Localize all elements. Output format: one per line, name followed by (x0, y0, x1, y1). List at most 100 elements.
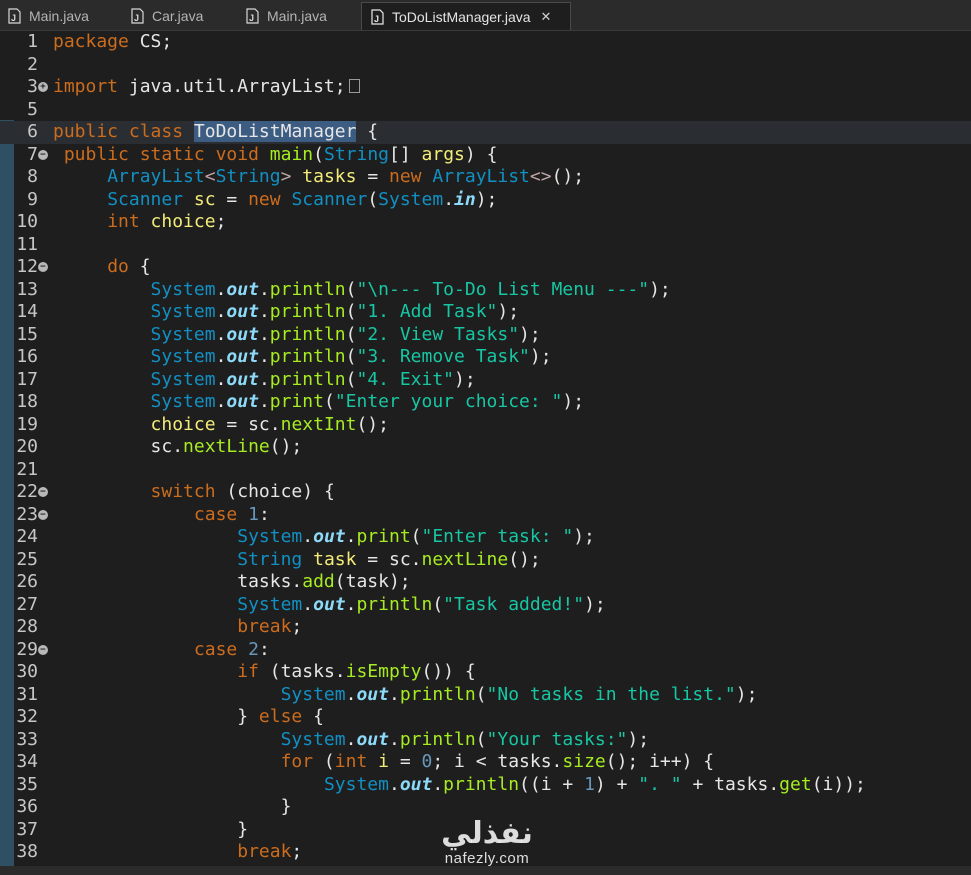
code-line[interactable]: 31 System.out.println("No tasks in the l… (0, 684, 971, 707)
tab-label: Main.java (29, 8, 89, 24)
code-token: . (258, 301, 270, 322)
code-token: out (226, 368, 259, 390)
code-token: out (356, 728, 389, 750)
code-token: ( (475, 728, 487, 750)
code-token: package (53, 31, 129, 52)
code-text: public class ToDoListManager { (53, 121, 378, 144)
code-token: System (237, 593, 303, 615)
code-line[interactable]: 6 public class ToDoListManager { (0, 121, 971, 144)
code-line[interactable]: 10 int choice; (0, 211, 971, 234)
line-number: 21 (16, 458, 38, 480)
code-line[interactable]: 5 (0, 99, 971, 122)
collapse-fold-icon[interactable]: − (38, 644, 48, 655)
code-line[interactable]: 19 choice = sc.nextInt(); (0, 414, 971, 437)
code-text: int choice; (53, 211, 226, 234)
collapse-fold-icon[interactable]: − (38, 149, 48, 160)
line-number: 15 (16, 323, 38, 345)
collapse-fold-icon[interactable]: − (38, 509, 48, 520)
code-token: "Your tasks:" (486, 728, 628, 750)
code-text: switch (choice) { (53, 481, 335, 504)
code-token: <> (529, 166, 552, 187)
code-line[interactable]: 27 System.out.println("Task added!"); (0, 594, 971, 617)
code-token: class (128, 121, 184, 142)
code-token: new (389, 166, 422, 187)
code-line[interactable]: 13 System.out.println("\n--- To-Do List … (0, 279, 971, 302)
svg-text:J: J (374, 14, 379, 24)
close-icon[interactable]: ✕ (541, 9, 552, 25)
code-line[interactable]: 3 + import java.util.ArrayList; (0, 76, 971, 99)
code-line[interactable]: 33 System.out.println("Your tasks:"); (0, 729, 971, 752)
code-token: = sc. (356, 548, 422, 570)
code-token: . (345, 526, 357, 547)
code-line[interactable]: 24 System.out.print("Enter task: "); (0, 526, 971, 549)
code-token: ArrayList (107, 166, 205, 187)
code-line[interactable]: 23− case 1: (0, 504, 971, 527)
code-line[interactable]: 9 Scanner sc = new Scanner(System.in); (0, 189, 971, 212)
code-token: ()) { (421, 661, 476, 682)
expand-fold-icon[interactable]: + (38, 82, 48, 92)
code-token: ; (291, 616, 303, 637)
code-line[interactable]: 8 ArrayList<String> tasks = new ArrayLis… (0, 166, 971, 189)
folded-region-marker[interactable] (348, 79, 360, 93)
code-line[interactable]: 28 break; (0, 616, 971, 639)
line-number: 32 (16, 706, 38, 727)
code-text: System.out.println("Task added!"); (53, 594, 606, 617)
code-line[interactable]: 29− case 2: (0, 639, 971, 662)
code-line[interactable]: 14 System.out.println("1. Add Task"); (0, 301, 971, 324)
collapse-fold-icon[interactable]: − (38, 262, 48, 272)
tab-main-java-1[interactable]: J Main.java (8, 2, 89, 30)
code-editor[interactable]: 1 package CS; 2 3 + import java.util.ArrayLis… (0, 31, 971, 875)
code-line[interactable]: 21 (0, 459, 971, 482)
editor-tab-bar: J Main.java J Car.java J Main.java J ToD… (0, 0, 971, 31)
code-line[interactable]: 34 for (int i = 0; i < tasks.size(); i++… (0, 751, 971, 774)
horizontal-scrollbar[interactable] (0, 866, 971, 875)
code-line[interactable]: 12− do { (0, 256, 971, 279)
code-line[interactable]: 11 (0, 234, 971, 257)
code-token: task (313, 548, 357, 570)
code-text: case 2: (53, 639, 270, 662)
tab-main-java-2[interactable]: J Main.java (246, 2, 327, 30)
code-line[interactable]: 7− public static void main(String[] args… (0, 144, 971, 167)
code-token: ((i + (519, 773, 585, 795)
code-token: ); (584, 593, 606, 615)
code-token: = (388, 751, 422, 772)
code-text: System.out.println("No tasks in the list… (53, 684, 758, 707)
code-token: (tasks. (258, 661, 346, 682)
line-number: 1 (27, 31, 38, 52)
code-text: System.out.println("\n--- To-Do List Men… (53, 279, 671, 302)
line-number: 6 (27, 121, 38, 142)
code-token: println (269, 323, 346, 345)
tab-car-java[interactable]: J Car.java (131, 2, 203, 30)
code-line[interactable]: 20 sc.nextLine(); (0, 436, 971, 459)
java-file-icon: J (131, 8, 144, 24)
code-line[interactable]: 16 System.out.println("3. Remove Task"); (0, 346, 971, 369)
tab-todolistmanager-java[interactable]: J ToDoListManager.java ✕ (361, 2, 571, 30)
code-token: out (313, 526, 346, 547)
code-line[interactable]: 30 if (tasks.isEmpty()) { (0, 661, 971, 684)
code-line[interactable]: 26 tasks.add(task); (0, 571, 971, 594)
code-token: ; (291, 841, 303, 862)
code-token: ); (627, 728, 650, 750)
code-line[interactable]: 25 String task = sc.nextLine(); (0, 549, 971, 572)
code-line[interactable]: 32 } else { (0, 706, 971, 729)
line-number: 18 (16, 391, 38, 412)
line-number: 17 (16, 368, 38, 390)
code-token: println (269, 301, 346, 322)
collapse-fold-icon[interactable]: − (38, 487, 48, 497)
code-token: . (258, 278, 270, 300)
code-line[interactable]: 22− switch (choice) { (0, 481, 971, 504)
code-line[interactable]: 35 System.out.println((i + 1) + ". " + t… (0, 774, 971, 797)
code-token: out (226, 391, 259, 412)
code-line[interactable]: 1 package CS; (0, 31, 971, 54)
code-line[interactable]: 17 System.out.println("4. Exit"); (0, 369, 971, 392)
code-text: if (tasks.isEmpty()) { (53, 661, 476, 684)
code-line[interactable]: 15 System.out.println("2. View Tasks"); (0, 324, 971, 347)
code-token: (); (269, 436, 303, 457)
code-line[interactable]: 2 (0, 54, 971, 77)
code-line[interactable]: 18 System.out.print("Enter your choice: … (0, 391, 971, 414)
code-text: break; (53, 616, 302, 639)
